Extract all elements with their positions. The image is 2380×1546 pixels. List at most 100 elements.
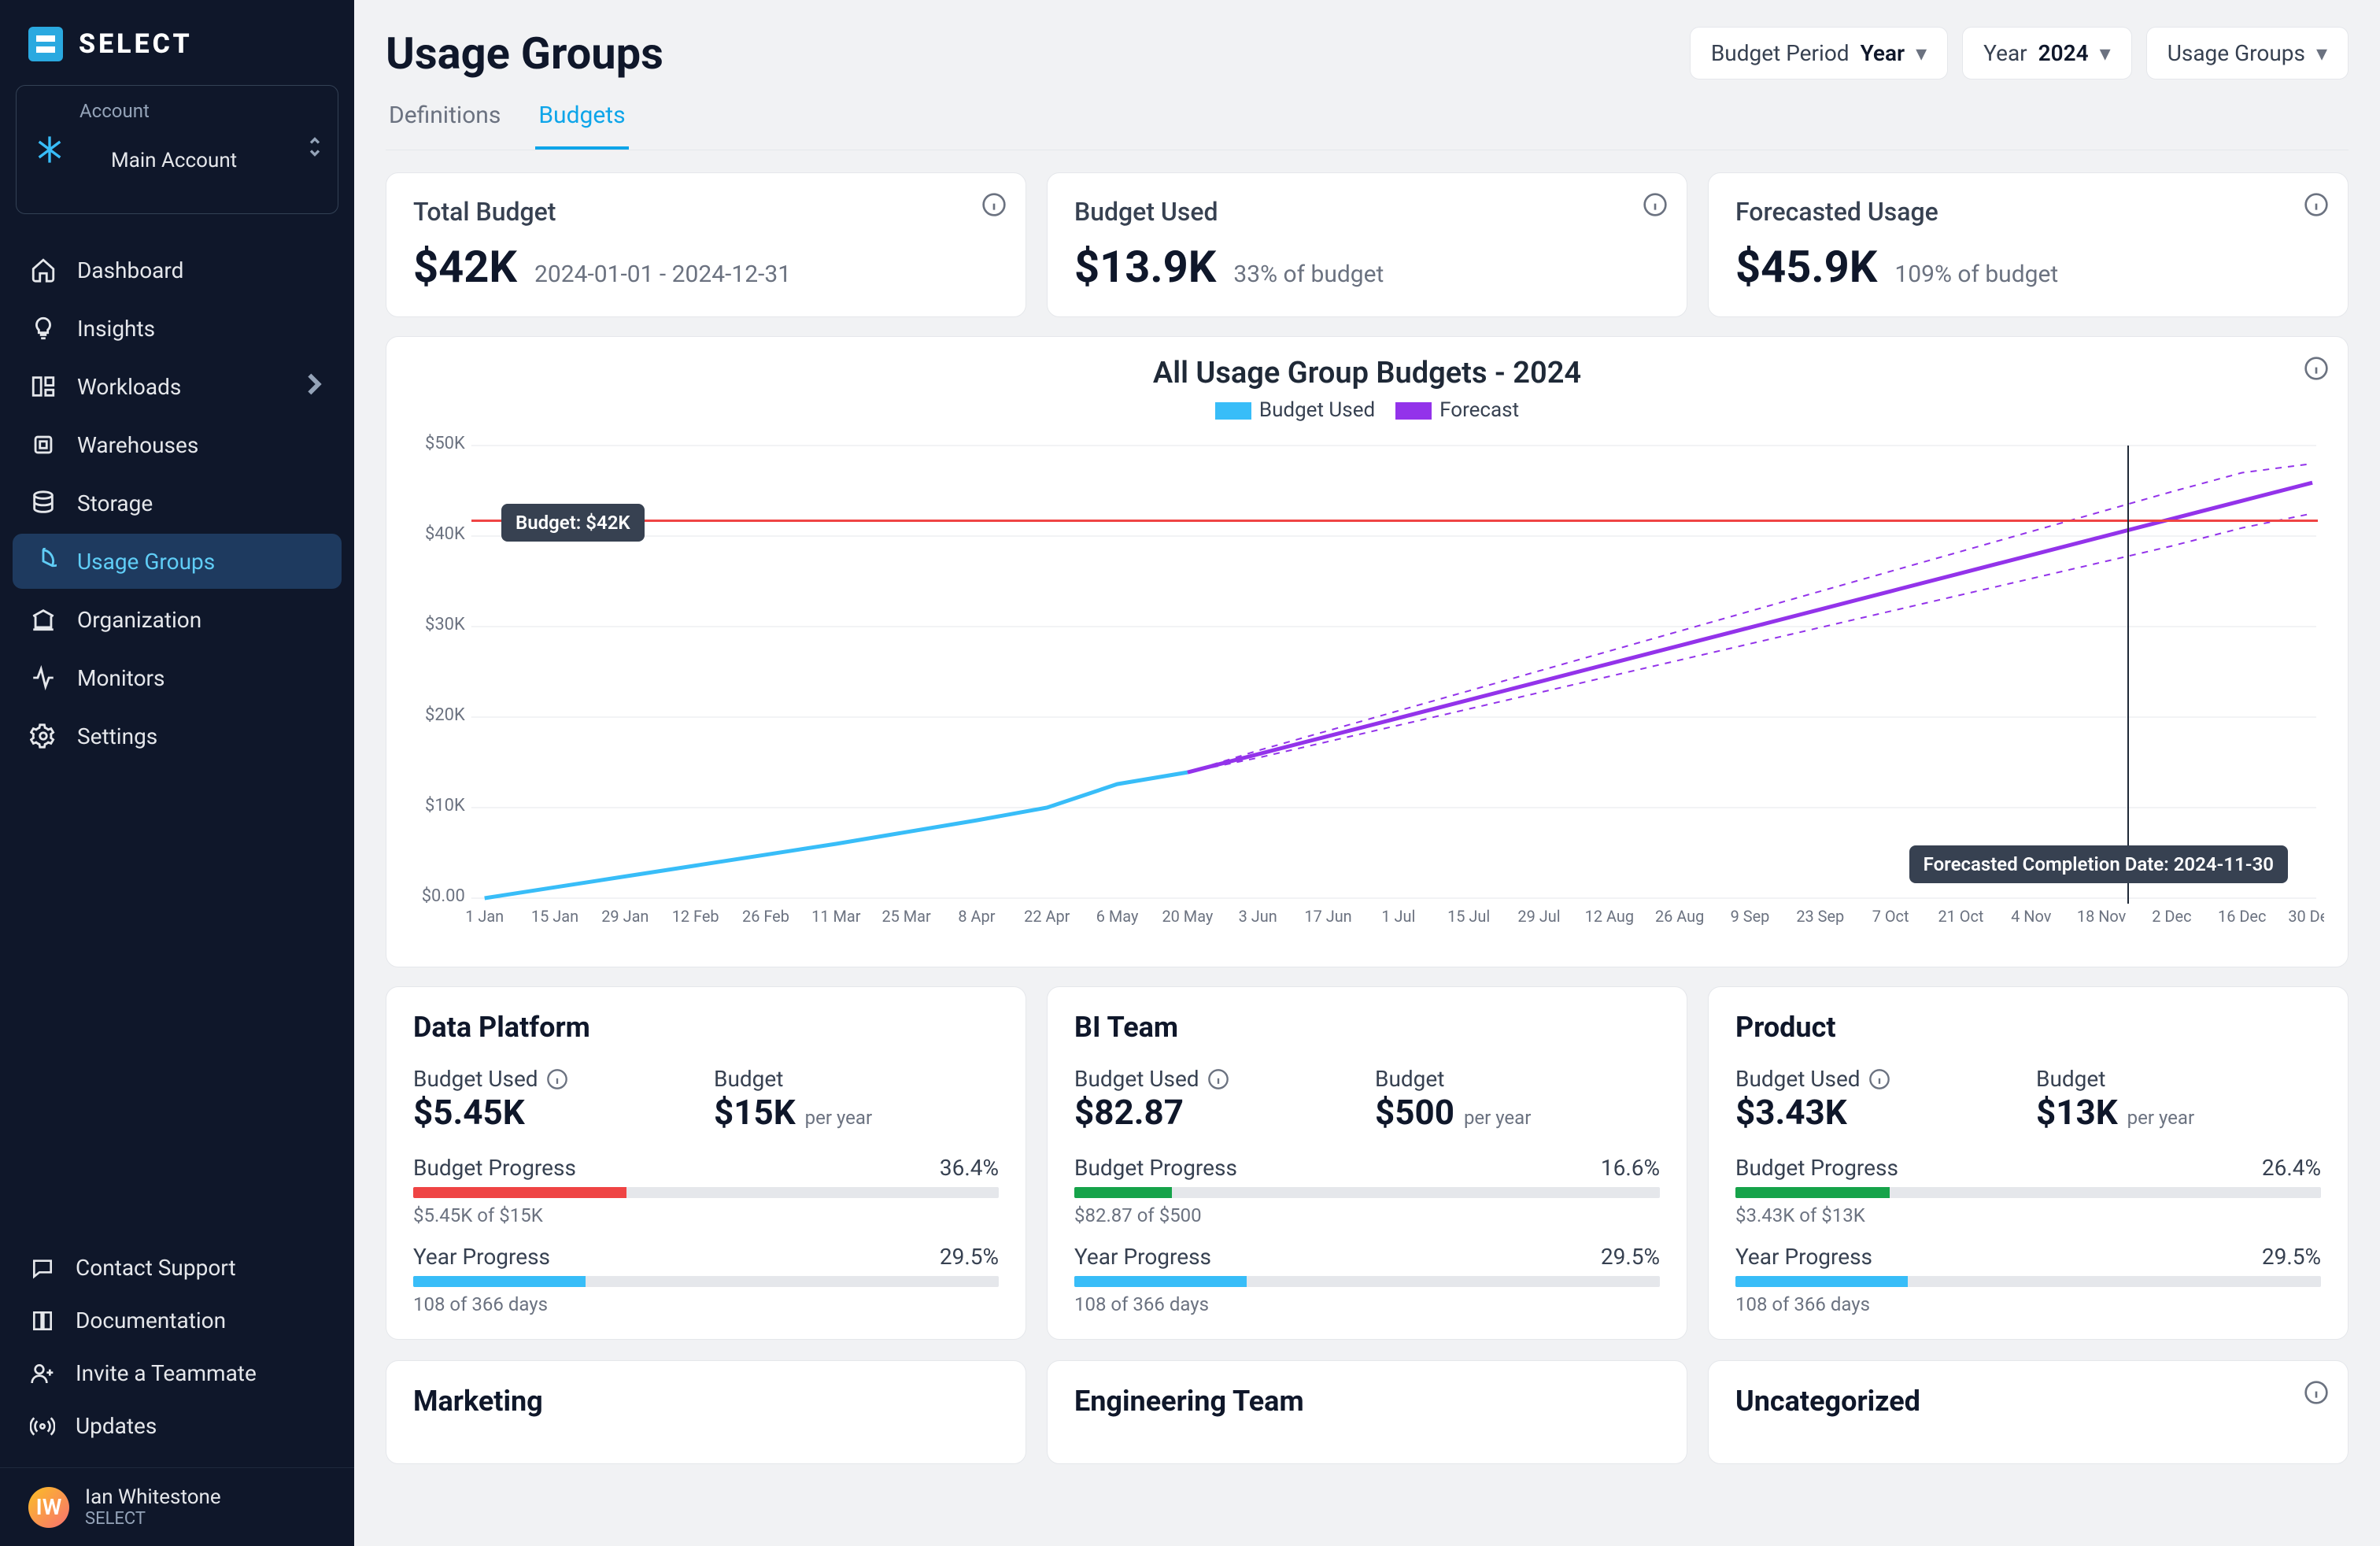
budget-label: Budget	[714, 1066, 999, 1092]
group-card[interactable]: Data Platform Budget Used $5.45K Budget …	[386, 986, 1026, 1340]
bank-icon	[30, 606, 57, 633]
svg-text:20 May: 20 May	[1162, 907, 1213, 926]
group-card[interactable]: BI Team Budget Used $82.87 Budget $500 p…	[1047, 986, 1687, 1340]
sidebar-item-dashboard[interactable]: Dashboard	[13, 242, 342, 298]
account-label: Account	[79, 100, 268, 122]
logo-text: SELECT	[79, 28, 193, 60]
layout-icon	[30, 373, 57, 400]
chevron-down-icon: ▾	[1916, 40, 1927, 66]
year-progress-pct: 29.5%	[2262, 1244, 2321, 1270]
info-icon[interactable]	[2304, 192, 2329, 217]
sidebar-item-insights[interactable]: Insights	[13, 301, 342, 356]
forecast-badge: Forecasted Completion Date: 2024-11-30	[1909, 845, 2288, 883]
sidebar-item-label: Usage Groups	[77, 549, 215, 575]
budget-used-card: Budget Used $13.9K 33% of budget	[1047, 172, 1687, 317]
tab-definitions[interactable]: Definitions	[386, 91, 504, 150]
budget-label: Budget	[1375, 1066, 1660, 1092]
sidebar-item-warehouses[interactable]: Warehouses	[13, 417, 342, 472]
nav: Dashboard Insights Workloads Warehouses …	[0, 242, 354, 764]
chart-area[interactable]: $50K$40K$30K$20K$10K$0.00 1 Jan15 Jan29 …	[410, 430, 2324, 949]
year-progress-label: Year Progress	[413, 1244, 550, 1270]
info-icon[interactable]	[1868, 1068, 1890, 1090]
account-value: Main Account	[79, 122, 268, 199]
svg-text:9 Sep: 9 Sep	[1731, 907, 1770, 926]
link-label: Updates	[76, 1413, 157, 1439]
card-sub: 33% of budget	[1233, 261, 1384, 288]
svg-text:7 Oct: 7 Oct	[1872, 907, 1909, 926]
svg-text:6 May: 6 May	[1096, 907, 1139, 926]
budget-progress-caption: $82.87 of $500	[1074, 1204, 1660, 1226]
chart-title: All Usage Group Budgets - 2024	[410, 356, 2324, 390]
svg-text:26 Aug: 26 Aug	[1655, 907, 1704, 926]
budget-progress-pct: 16.6%	[1601, 1155, 1660, 1181]
chevron-down-icon: ▾	[2100, 40, 2111, 66]
info-icon[interactable]	[2304, 1380, 2329, 1405]
info-icon[interactable]	[1207, 1068, 1229, 1090]
account-switcher[interactable]: Account Main Account	[16, 85, 338, 214]
info-icon[interactable]	[546, 1068, 568, 1090]
broadcast-icon	[30, 1414, 55, 1439]
year-progress-pct: 29.5%	[940, 1244, 999, 1270]
year-progress-bar	[1735, 1276, 2321, 1287]
scope-dropdown[interactable]: Usage Groups ▾	[2146, 27, 2349, 80]
group-card[interactable]: Marketing	[386, 1360, 1026, 1464]
budget-progress-caption: $3.43K of $13K	[1735, 1204, 2321, 1226]
dropdown-label: Year	[1983, 40, 2027, 66]
svg-text:23 Sep: 23 Sep	[1796, 907, 1844, 926]
info-icon[interactable]	[1643, 192, 1668, 217]
contact-support-link[interactable]: Contact Support	[13, 1242, 342, 1293]
budget-period-dropdown[interactable]: Budget Period Year ▾	[1690, 27, 1948, 80]
sidebar-item-settings[interactable]: Settings	[13, 708, 342, 764]
card-title: Budget Used	[1074, 197, 1660, 227]
year-progress-bar	[1074, 1276, 1660, 1287]
groups-grid: Data Platform Budget Used $5.45K Budget …	[386, 986, 2349, 1464]
svg-text:16 Dec: 16 Dec	[2218, 907, 2266, 926]
sidebar-item-storage[interactable]: Storage	[13, 475, 342, 531]
card-value: $45.9K	[1735, 241, 1877, 293]
user-menu[interactable]: IW Ian Whitestone SELECT	[0, 1467, 354, 1546]
card-title: Forecasted Usage	[1735, 197, 2321, 227]
database-icon	[30, 490, 57, 516]
budget-chart-card: All Usage Group Budgets - 2024 Budget Us…	[386, 336, 2349, 967]
svg-text:17 Jun: 17 Jun	[1304, 907, 1351, 926]
card-value: $13.9K	[1074, 241, 1216, 293]
info-icon[interactable]	[2304, 356, 2329, 381]
year-progress-bar	[413, 1276, 999, 1287]
sidebar-item-usage-groups[interactable]: Usage Groups	[13, 534, 342, 589]
svg-text:8 Apr: 8 Apr	[958, 907, 995, 926]
budget-progress-pct: 36.4%	[940, 1155, 999, 1181]
group-card[interactable]: Engineering Team	[1047, 1360, 1687, 1464]
legend-used: Budget Used	[1259, 398, 1375, 422]
year-progress-caption: 108 of 366 days	[1735, 1293, 2321, 1315]
budget-used-label: Budget Used	[1735, 1066, 2020, 1092]
svg-text:30 Dec: 30 Dec	[2288, 907, 2324, 926]
sidebar-item-workloads[interactable]: Workloads	[13, 359, 342, 414]
dropdown-label: Budget Period	[1711, 40, 1850, 66]
svg-text:$0.00: $0.00	[422, 886, 465, 906]
group-card[interactable]: Product Budget Used $3.43K Budget $13K p…	[1708, 986, 2349, 1340]
tab-budgets[interactable]: Budgets	[535, 91, 628, 150]
gear-icon	[30, 723, 57, 749]
invite-teammate-link[interactable]: Invite a Teammate	[13, 1348, 342, 1399]
group-card[interactable]: Uncategorized	[1708, 1360, 2349, 1464]
budget-progress-label: Budget Progress	[1074, 1155, 1237, 1181]
chat-icon	[30, 1256, 55, 1281]
updates-link[interactable]: Updates	[13, 1400, 342, 1452]
info-icon[interactable]	[981, 192, 1007, 217]
year-dropdown[interactable]: Year 2024 ▾	[1962, 27, 2132, 80]
group-title: Marketing	[413, 1385, 999, 1418]
documentation-link[interactable]: Documentation	[13, 1295, 342, 1346]
bottom-links: Contact Support Documentation Invite a T…	[0, 1242, 354, 1467]
logo[interactable]: SELECT	[0, 19, 354, 85]
year-progress-caption: 108 of 366 days	[413, 1293, 999, 1315]
sidebar-item-label: Settings	[77, 723, 157, 749]
sidebar: SELECT Account Main Account Dashboard In…	[0, 0, 354, 1546]
year-progress-caption: 108 of 366 days	[1074, 1293, 1660, 1315]
legend-forecast: Forecast	[1439, 398, 1519, 422]
dropdown-label: Usage Groups	[2168, 40, 2305, 66]
sidebar-item-monitors[interactable]: Monitors	[13, 650, 342, 705]
year-progress-pct: 29.5%	[1601, 1244, 1660, 1270]
sidebar-item-organization[interactable]: Organization	[13, 592, 342, 647]
cpu-icon	[30, 431, 57, 458]
svg-text:$40K: $40K	[425, 524, 465, 544]
